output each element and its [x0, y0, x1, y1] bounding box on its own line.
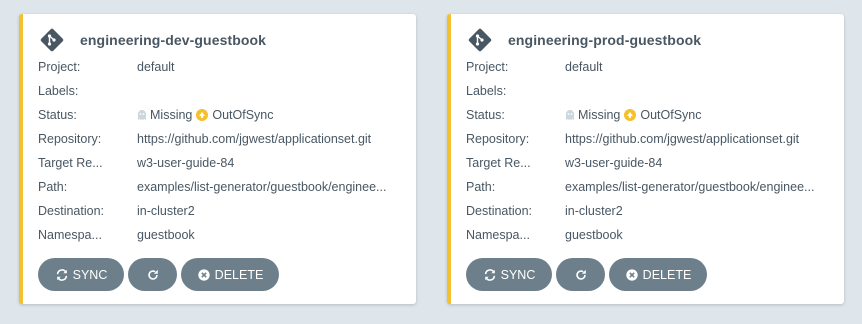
label-repository: Repository:: [466, 132, 530, 146]
app-card-engineering-dev-guestbook[interactable]: engineering-dev-guestbook Project: defau…: [19, 14, 416, 304]
sync-icon: [484, 268, 495, 281]
label-status: Status:: [38, 108, 77, 122]
label-project: Project:: [466, 60, 509, 74]
sync-icon: [56, 268, 67, 281]
sync-label: SYNC: [500, 267, 536, 282]
card-actions: SYNC DELETE: [466, 258, 707, 291]
label-repository: Repository:: [38, 132, 102, 146]
sync-button[interactable]: SYNC: [466, 258, 552, 291]
value-repository: https://github.com/jgwest/applicationset…: [137, 132, 372, 146]
label-target-revision: Target Re...: [38, 156, 103, 170]
health-status: Missing: [150, 108, 193, 122]
label-status: Status:: [466, 108, 505, 122]
app-name[interactable]: engineering-dev-guestbook: [80, 32, 266, 48]
value-repository: https://github.com/jgwest/applicationset…: [565, 132, 800, 146]
label-destination: Destination:: [466, 204, 533, 218]
delete-button[interactable]: DELETE: [609, 258, 707, 291]
app-card-engineering-prod-guestbook[interactable]: engineering-prod-guestbook Project: defa…: [447, 14, 844, 304]
label-labels: Labels:: [38, 84, 79, 98]
delete-label: DELETE: [214, 267, 264, 282]
redo-icon: [147, 269, 158, 280]
label-target-revision: Target Re...: [466, 156, 531, 170]
value-status: Missing OutOfSync: [565, 108, 836, 122]
ghost-icon: [565, 109, 575, 121]
health-status: Missing: [578, 108, 621, 122]
row-labels: Labels:: [466, 79, 836, 103]
label-project: Project:: [38, 60, 81, 74]
row-repository: Repository: https://github.com/jgwest/ap…: [38, 127, 408, 151]
value-project: default: [565, 60, 603, 74]
row-project: Project: default: [38, 55, 408, 79]
delete-label: DELETE: [642, 267, 692, 282]
app-card-header: engineering-dev-guestbook: [40, 27, 266, 53]
row-target-revision: Target Re... w3-user-guide-84: [38, 151, 408, 175]
row-status: Status: Missing OutOfSync: [38, 103, 408, 127]
row-destination: Destination: in-cluster2: [466, 199, 836, 223]
row-target-revision: Target Re... w3-user-guide-84: [466, 151, 836, 175]
row-destination: Destination: in-cluster2: [38, 199, 408, 223]
sync-label: SYNC: [72, 267, 108, 282]
value-namespace: guestbook: [137, 228, 195, 242]
app-card-header: engineering-prod-guestbook: [468, 27, 701, 53]
row-status: Status: Missing OutOfSync: [466, 103, 836, 127]
app-name[interactable]: engineering-prod-guestbook: [508, 32, 701, 48]
sync-status: OutOfSync: [212, 108, 274, 122]
value-status: Missing OutOfSync: [137, 108, 408, 122]
card-actions: SYNC DELETE: [38, 258, 279, 291]
redo-icon: [575, 269, 586, 280]
label-path: Path:: [466, 180, 496, 194]
value-destination: in-cluster2: [137, 204, 195, 218]
value-project: default: [137, 60, 175, 74]
value-path: examples/list-generator/guestbook/engine…: [137, 180, 387, 194]
git-icon: [468, 28, 492, 52]
value-target-revision: w3-user-guide-84: [565, 156, 663, 170]
label-path: Path:: [38, 180, 68, 194]
refresh-button[interactable]: [128, 258, 177, 291]
row-namespace: Namespa... guestbook: [466, 223, 836, 247]
sync-button[interactable]: SYNC: [38, 258, 124, 291]
value-destination: in-cluster2: [565, 204, 623, 218]
delete-button[interactable]: DELETE: [181, 258, 279, 291]
git-icon: [40, 28, 64, 52]
value-namespace: guestbook: [565, 228, 623, 242]
row-project: Project: default: [466, 55, 836, 79]
arrow-circle-up-icon: [196, 109, 209, 121]
sync-status: OutOfSync: [640, 108, 702, 122]
value-target-revision: w3-user-guide-84: [137, 156, 235, 170]
row-path: Path: examples/list-generator/guestbook/…: [38, 175, 408, 199]
row-labels: Labels:: [38, 79, 408, 103]
label-namespace: Namespa...: [466, 228, 530, 242]
label-namespace: Namespa...: [38, 228, 102, 242]
refresh-button[interactable]: [556, 258, 605, 291]
ghost-icon: [137, 109, 147, 121]
label-destination: Destination:: [38, 204, 105, 218]
row-path: Path: examples/list-generator/guestbook/…: [466, 175, 836, 199]
row-repository: Repository: https://github.com/jgwest/ap…: [466, 127, 836, 151]
value-path: examples/list-generator/guestbook/engine…: [565, 180, 815, 194]
row-namespace: Namespa... guestbook: [38, 223, 408, 247]
label-labels: Labels:: [466, 84, 507, 98]
times-circle-icon: [197, 268, 210, 281]
arrow-circle-up-icon: [624, 109, 637, 121]
times-circle-icon: [625, 268, 638, 281]
